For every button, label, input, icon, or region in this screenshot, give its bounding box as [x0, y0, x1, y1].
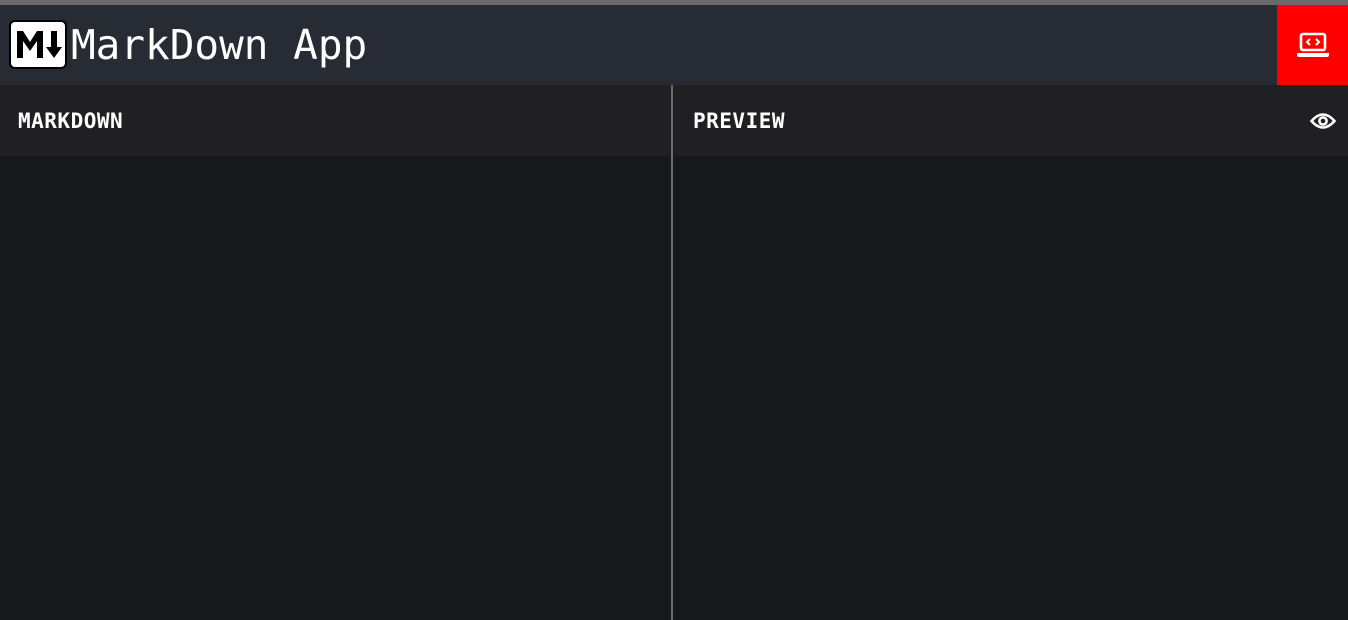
app-header: MarkDown App [0, 5, 1348, 85]
markdown-pane-title: MARKDOWN [18, 109, 124, 133]
markdown-editor[interactable] [0, 156, 671, 620]
preview-pane-title: PREVIEW [693, 109, 786, 133]
markdown-pane: MARKDOWN [0, 85, 671, 620]
preview-pane: PREVIEW [673, 85, 1348, 620]
preview-toggle-button[interactable] [1308, 106, 1338, 136]
markdown-logo-icon [9, 20, 67, 69]
eye-icon [1310, 113, 1336, 129]
toggle-view-button[interactable] [1277, 5, 1348, 85]
app-title: MarkDown App [71, 21, 368, 69]
markdown-pane-header: MARKDOWN [0, 85, 671, 156]
laptop-code-icon [1296, 32, 1329, 57]
preview-pane-header: PREVIEW [673, 85, 1348, 156]
preview-content [673, 156, 1348, 620]
